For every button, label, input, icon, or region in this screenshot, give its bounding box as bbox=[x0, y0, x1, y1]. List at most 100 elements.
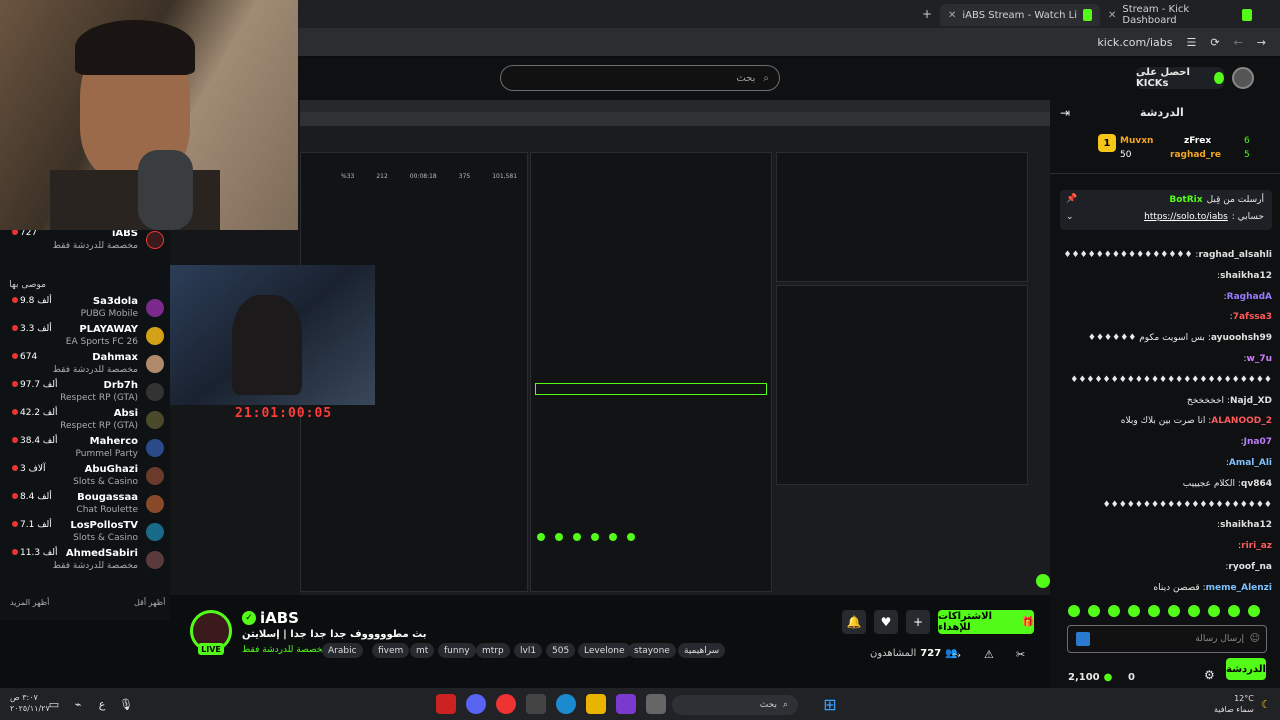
taskbar-search[interactable]: بحث ⌕ bbox=[672, 695, 798, 715]
chat-username[interactable]: Najd_XD bbox=[1230, 396, 1272, 406]
chat-username[interactable]: shaikha12 bbox=[1220, 271, 1272, 281]
collapse-chat-icon[interactable]: ⇥ bbox=[1060, 106, 1070, 120]
weather-widget[interactable]: 12°C سماء صافية bbox=[1214, 693, 1254, 715]
close-icon[interactable]: ✕ bbox=[1108, 10, 1116, 21]
tag[interactable]: mt bbox=[410, 643, 435, 658]
kicks-balance[interactable]: 2,100 ● bbox=[1068, 672, 1112, 683]
emote-icon[interactable] bbox=[1248, 605, 1260, 617]
emote-icon[interactable] bbox=[1068, 605, 1080, 617]
emote-icon[interactable] bbox=[1108, 605, 1120, 617]
chat-username[interactable]: riri_az bbox=[1241, 541, 1272, 551]
app-icon[interactable] bbox=[646, 694, 666, 714]
channel-name: Absi bbox=[113, 408, 138, 419]
chat-send-button[interactable]: الدردشة bbox=[1226, 658, 1266, 680]
language-icon[interactable]: ع bbox=[92, 694, 112, 714]
streamer-shirt bbox=[50, 170, 220, 230]
emote-icon[interactable] bbox=[1228, 605, 1240, 617]
user-avatar[interactable] bbox=[1232, 67, 1254, 89]
notification-bell-icon[interactable]: 🔔 bbox=[842, 610, 866, 634]
sidebar-item[interactable]: 97.7 ألف Drb7h Respect RP (GTA) bbox=[0, 380, 170, 406]
sidebar-item[interactable]: 42.2 ألف Absi Respect RP (GTA) bbox=[0, 408, 170, 434]
site-settings-icon[interactable]: ☰ bbox=[1186, 36, 1196, 49]
chat-username[interactable]: 7afssa3 bbox=[1233, 312, 1272, 322]
search-input[interactable]: بحث ⌕ bbox=[500, 65, 780, 91]
tag[interactable]: سراهيمية bbox=[678, 643, 726, 658]
channel-name[interactable]: iABS bbox=[260, 609, 299, 627]
chat-username[interactable]: w_7u bbox=[1247, 354, 1272, 364]
sidebar-item[interactable]: 38.4 ألف Maherco Pummel Party bbox=[0, 436, 170, 462]
chat-username[interactable]: qv864 bbox=[1241, 479, 1272, 489]
chrome-icon[interactable] bbox=[496, 694, 516, 714]
sidebar-item[interactable]: 3.3 ألف PLAYAWAY EA Sports FC 26 bbox=[0, 324, 170, 350]
emote-icon[interactable] bbox=[1208, 605, 1220, 617]
chat-text: ♦♦♦♦♦♦♦♦♦♦♦♦♦♦♦♦ bbox=[1063, 250, 1193, 260]
chat-username[interactable]: meme_Alenzi bbox=[1206, 583, 1272, 593]
chat-username[interactable]: ALANOOD_2 bbox=[1211, 416, 1272, 426]
notification-icon[interactable]: ▭ bbox=[44, 694, 64, 714]
back-icon[interactable]: ← bbox=[1234, 36, 1243, 49]
chat-username[interactable]: raghad_alsahli bbox=[1198, 250, 1272, 260]
emote-icon[interactable] bbox=[1188, 605, 1200, 617]
chat-message: raghad_alsahli: ♦♦♦♦♦♦♦♦♦♦♦♦♦♦♦♦ bbox=[1063, 250, 1272, 260]
discord-icon[interactable] bbox=[466, 694, 486, 714]
chevron-down-icon[interactable]: ⌄ bbox=[1066, 212, 1074, 222]
stream-category[interactable]: مخصصة للدردشة فقط bbox=[242, 645, 327, 655]
pinned-link[interactable]: https://solo.to/iabs bbox=[1144, 212, 1228, 222]
get-kicks-button[interactable]: احصل على KICKs bbox=[1136, 67, 1224, 89]
microphone-icon[interactable]: 🎙 bbox=[116, 694, 136, 714]
tag[interactable]: 505 bbox=[546, 643, 576, 658]
chat-username[interactable]: Amal_Ali bbox=[1229, 458, 1272, 468]
network-icon[interactable]: ⌁ bbox=[68, 694, 88, 714]
gift-subscriptions-button[interactable]: الاشتراكات للإهداء 🎁 bbox=[938, 610, 1034, 634]
chat-username[interactable]: ryoof_na bbox=[1228, 562, 1272, 572]
new-tab-icon[interactable]: + bbox=[922, 7, 932, 21]
close-icon[interactable]: ✕ bbox=[948, 10, 956, 21]
chat-message-input[interactable]: إرسال رسالة ☺ bbox=[1067, 625, 1267, 653]
add-icon[interactable]: + bbox=[906, 610, 930, 634]
tab-kick-stream[interactable]: ✕ iABS Stream - Watch Live on K bbox=[940, 4, 1100, 26]
tag[interactable]: Levelone bbox=[578, 643, 631, 658]
channel-points[interactable]: 0 bbox=[1128, 672, 1135, 683]
follow-heart-icon[interactable]: ♥ bbox=[874, 610, 898, 634]
store-icon[interactable] bbox=[526, 694, 546, 714]
clip-icon[interactable]: ✂ bbox=[1016, 648, 1025, 661]
chat-username[interactable]: ayuoohsh99 bbox=[1211, 333, 1272, 343]
pinned-message[interactable]: أرسلت من قِبل BotRix حسابي : https://sol… bbox=[1060, 190, 1272, 230]
windows-start-icon[interactable]: ⊞ bbox=[820, 694, 840, 714]
reload-icon[interactable]: ⟳ bbox=[1210, 36, 1219, 49]
emote-icon[interactable] bbox=[1128, 605, 1140, 617]
gear-icon[interactable]: ⚙ bbox=[1204, 668, 1215, 682]
tab-kick-dashboard[interactable]: ✕ Stream - Kick Dashboard bbox=[1100, 4, 1260, 26]
show-more-link[interactable]: أظهر المزيد bbox=[10, 598, 49, 607]
tag[interactable]: funny bbox=[438, 643, 476, 658]
sidebar-item[interactable]: 3 آلاف AbuGhazi Slots & Casino bbox=[0, 464, 170, 490]
forward-icon[interactable]: → bbox=[1257, 36, 1266, 49]
sidebar-item[interactable]: 9.8 ألف Sa3dola PUBG Mobile bbox=[0, 296, 170, 322]
tag[interactable]: fivem bbox=[372, 643, 410, 658]
sidebar-item[interactable]: 8.4 ألف Bougassaa Chat Roulette bbox=[0, 492, 170, 518]
tag[interactable]: Arabic bbox=[322, 643, 363, 658]
inner-emote-bar bbox=[537, 533, 765, 545]
show-less-link[interactable]: أظهر أقل bbox=[134, 598, 165, 607]
share-icon[interactable]: ⤳ bbox=[952, 648, 961, 662]
chat-username[interactable]: RaghadA bbox=[1227, 292, 1272, 302]
tag[interactable]: mtrp bbox=[476, 643, 510, 658]
tag[interactable]: stayone bbox=[628, 643, 676, 658]
sidebar-item-iabs[interactable]: 727 iABS مخصصة للدردشة فقط bbox=[0, 228, 170, 254]
chat-username[interactable]: shaikha12 bbox=[1220, 520, 1272, 530]
app-icon[interactable] bbox=[616, 694, 636, 714]
sidebar-item[interactable]: 674 Dahmax مخصصة للدردشة فقط bbox=[0, 352, 170, 378]
report-icon[interactable]: ⚠ bbox=[984, 648, 994, 661]
emote-icon[interactable] bbox=[1148, 605, 1160, 617]
emote-icon[interactable] bbox=[1168, 605, 1180, 617]
sidebar-item[interactable]: 11.3 ألف AhmedSabiri مخصصة للدردشة فقط bbox=[0, 548, 170, 574]
edge-icon[interactable] bbox=[556, 694, 576, 714]
chat-username[interactable]: Jna07 bbox=[1244, 437, 1272, 447]
emote-icon[interactable] bbox=[1088, 605, 1100, 617]
file-explorer-icon[interactable] bbox=[586, 694, 606, 714]
url-field[interactable]: kick.com/iabs bbox=[1097, 36, 1172, 49]
sidebar-item[interactable]: 7.1 ألف LosPollosTV Slots & Casino bbox=[0, 520, 170, 546]
tag[interactable]: lvl1 bbox=[514, 643, 543, 658]
emoji-icon[interactable]: ☺ bbox=[1250, 633, 1260, 644]
app-icon[interactable] bbox=[436, 694, 456, 714]
